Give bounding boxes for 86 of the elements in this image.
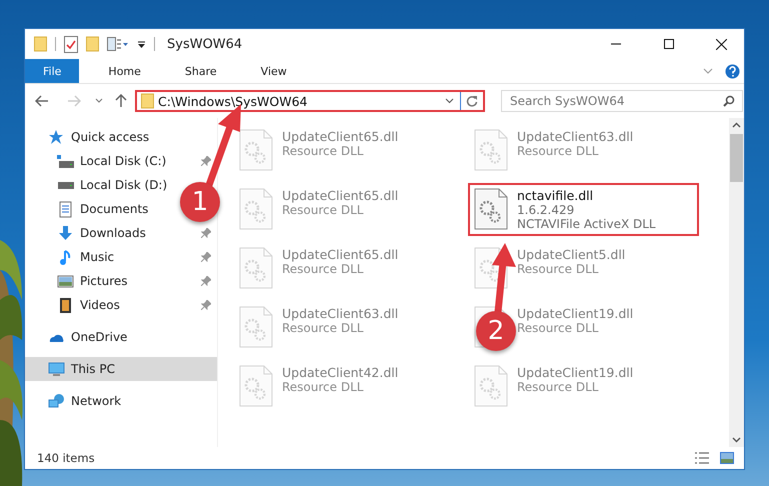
file-detail: Resource DLL xyxy=(517,321,600,335)
close-icon xyxy=(716,38,727,50)
pin-icon[interactable] xyxy=(201,228,211,238)
file-detail: Resource DLL xyxy=(517,262,600,276)
item-count: 140 items xyxy=(37,451,96,465)
dll-file-icon xyxy=(239,129,273,171)
sidebar-item[interactable]: Local Disk (C:) xyxy=(25,149,217,173)
file-name[interactable]: UpdateClient65.dll xyxy=(282,247,398,262)
folder-icon xyxy=(141,93,154,109)
help-icon[interactable] xyxy=(725,64,740,78)
file-menu-button[interactable]: File xyxy=(25,59,80,83)
sidebar-item[interactable]: Videos xyxy=(25,293,217,317)
dll-file-icon xyxy=(239,306,273,348)
file-name[interactable]: UpdateClient65.dll xyxy=(282,129,398,144)
file-detail: NCTAVIFile ActiveX DLL xyxy=(517,217,656,231)
ribbon-tab[interactable]: Share xyxy=(170,59,232,83)
film-icon xyxy=(57,296,74,314)
properties-icon[interactable] xyxy=(64,36,78,52)
ribbon-tab[interactable]: Home xyxy=(93,59,156,83)
file-detail: 1.6.2.429 xyxy=(517,203,576,217)
sidebar-item[interactable]: OneDrive xyxy=(25,325,134,349)
sidebar-item[interactable]: Pictures xyxy=(25,269,217,293)
dll-file-icon xyxy=(239,365,273,407)
scrollbar[interactable] xyxy=(729,118,744,447)
file-name[interactable]: UpdateClient19.dll xyxy=(517,306,634,321)
address-path: C:\Windows\SysWOW64 xyxy=(158,94,308,108)
file-name[interactable]: UpdateClient63.dll xyxy=(517,129,634,144)
up-arrow-icon[interactable] xyxy=(115,94,127,108)
search-field[interactable]: Search SysWOW64 xyxy=(501,90,743,112)
scroll-up-icon[interactable] xyxy=(732,122,741,128)
window-title: SysWOW64 xyxy=(167,36,244,52)
file-detail: Resource DLL xyxy=(282,380,364,394)
details-view-icon[interactable] xyxy=(694,452,710,464)
sidebar-item[interactable]: Quick access xyxy=(25,125,156,149)
drive-icon xyxy=(58,182,74,188)
pin-icon[interactable] xyxy=(201,252,211,262)
drive-icon xyxy=(57,154,74,168)
picture-icon xyxy=(57,272,74,290)
sidebar-item[interactable]: This PC xyxy=(25,357,217,381)
dll-file-icon xyxy=(239,188,273,230)
sidebar-item[interactable]: Documents xyxy=(25,197,154,221)
network-icon xyxy=(48,392,65,410)
file-detail: Resource DLL xyxy=(282,262,364,276)
pin-icon[interactable] xyxy=(201,300,211,310)
sidebar-item[interactable]: Network xyxy=(25,389,128,413)
document-icon xyxy=(57,200,74,218)
file-detail: Resource DLL xyxy=(282,144,364,158)
download-arrow-icon xyxy=(57,224,74,242)
recent-locations-icon[interactable] xyxy=(95,98,103,104)
pin-icon[interactable] xyxy=(201,156,211,166)
file-detail: Resource DLL xyxy=(282,321,364,335)
dll-file-icon xyxy=(474,365,508,407)
file-detail: Resource DLL xyxy=(282,203,364,217)
file-name[interactable]: nctavifile.dll xyxy=(517,188,656,203)
dll-file-icon xyxy=(474,188,508,230)
file-name[interactable]: UpdateClient65.dll xyxy=(282,188,398,203)
star-icon xyxy=(48,128,65,146)
dropdown-caret-icon[interactable] xyxy=(445,98,454,104)
pin-icon[interactable] xyxy=(201,276,211,286)
address-bar[interactable]: C:\Windows\SysWOW64 xyxy=(135,90,485,112)
sidebar-item[interactable]: Music xyxy=(25,245,217,269)
annotation-arrow xyxy=(492,243,516,312)
folder-icon xyxy=(86,36,99,52)
file-detail: Resource DLL xyxy=(517,380,600,394)
sidebar-item[interactable]: Local Disk (D:) xyxy=(25,173,174,197)
file-name[interactable]: UpdateClient5.dll xyxy=(517,247,626,262)
file-name[interactable]: UpdateClient19.dll xyxy=(517,365,634,380)
file-detail: Resource DLL xyxy=(517,144,600,158)
customize-toolbar-icon[interactable] xyxy=(137,40,146,48)
dll-file-icon xyxy=(474,129,508,171)
dll-file-icon xyxy=(239,247,273,289)
monitor-icon xyxy=(48,360,65,378)
file-name[interactable]: UpdateClient42.dll xyxy=(282,365,398,380)
scrollbar-thumb[interactable] xyxy=(730,134,743,182)
file-name[interactable]: UpdateClient63.dll xyxy=(282,306,398,321)
view-options-icon[interactable] xyxy=(107,37,129,51)
search-icon xyxy=(723,95,735,107)
sidebar-item[interactable]: Downloads xyxy=(25,221,217,245)
refresh-icon xyxy=(466,95,478,107)
expand-ribbon-icon[interactable] xyxy=(703,68,713,74)
scroll-down-icon[interactable] xyxy=(732,437,741,443)
ribbon-tab[interactable]: View xyxy=(246,59,302,83)
back-arrow-icon[interactable] xyxy=(35,95,49,107)
maximize-icon xyxy=(664,39,674,49)
minimize-icon xyxy=(610,43,620,45)
folder-icon xyxy=(34,36,47,52)
